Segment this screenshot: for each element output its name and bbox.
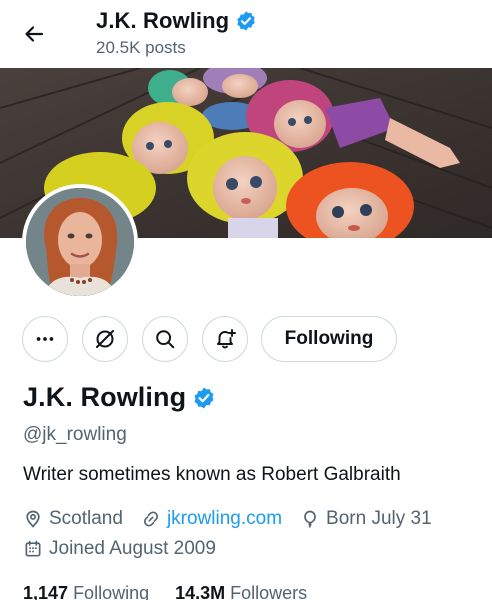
following-button[interactable]: Following (261, 316, 397, 362)
post-count: 20.5K posts (96, 38, 186, 57)
following-count: 1,147 (23, 583, 69, 600)
bio: Writer sometimes known as Robert Galbrai… (23, 464, 401, 485)
display-name: J.K. Rowling (23, 382, 187, 412)
grok-icon (96, 330, 114, 348)
display-name-row: J.K. Rowling (23, 382, 216, 413)
following-label: Following (73, 583, 150, 600)
back-arrow-icon (25, 26, 44, 42)
verified-badge-icon (237, 11, 255, 31)
following-count-link[interactable]: 1,147 Following (23, 583, 149, 600)
user-handle: @jk_rowling (23, 424, 127, 445)
header-title: J.K. Rowling (96, 8, 230, 33)
joined: Joined August 2009 (23, 538, 216, 560)
website[interactable]: jkrowling.com (141, 508, 282, 530)
verified-badge-icon (194, 387, 214, 408)
link-icon (143, 511, 159, 527)
notification-button[interactable] (202, 316, 248, 362)
location: Scotland (23, 508, 123, 530)
back-button[interactable] (14, 14, 54, 54)
more-button[interactable] (22, 316, 68, 362)
avatar-portrait (26, 188, 134, 296)
header-title-row: J.K. Rowling (96, 8, 257, 34)
search-button[interactable] (142, 316, 188, 362)
search-icon (156, 330, 175, 349)
balloon-icon (304, 510, 316, 528)
joined-text: Joined August 2009 (49, 538, 216, 559)
top-bar: J.K. Rowling 20.5K posts (0, 0, 492, 68)
location-pin-icon (26, 510, 40, 528)
followers-count: 14.3M (175, 583, 226, 600)
birthday: Born July 31 (300, 508, 432, 530)
location-text: Scotland (49, 508, 123, 529)
followers-label: Followers (230, 583, 308, 600)
follow-counts: 1,147 Following 14.3M Followers (23, 583, 307, 600)
profile-page: J.K. Rowling 20.5K posts Following J.K. … (0, 0, 492, 600)
calendar-icon (25, 540, 41, 557)
profile-joined-row: Joined August 2009 (23, 538, 234, 560)
grok-button[interactable] (82, 316, 128, 362)
website-link[interactable]: jkrowling.com (167, 508, 282, 530)
profile-meta-row: Scotland jkrowling.com Born July 31 (23, 508, 450, 530)
notification-bell-icon (217, 329, 236, 349)
birthday-text: Born July 31 (326, 508, 432, 529)
followers-count-link[interactable]: 14.3M Followers (175, 583, 307, 600)
profile-actions: Following (0, 316, 492, 362)
avatar[interactable] (22, 184, 138, 300)
more-icon (36, 337, 54, 341)
